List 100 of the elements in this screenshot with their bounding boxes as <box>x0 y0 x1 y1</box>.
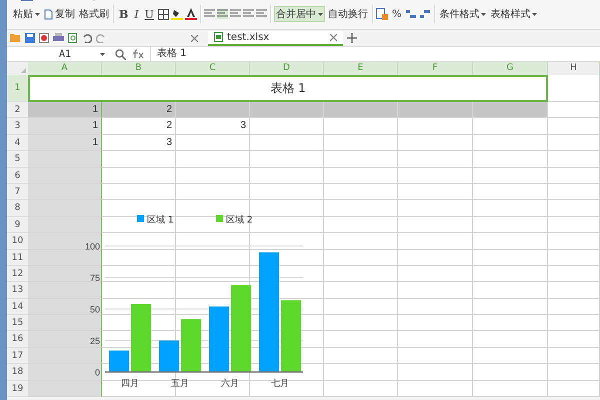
row-header[interactable]: 11 <box>7 250 28 266</box>
tab-label: test.xlsx <box>227 32 270 42</box>
table-cell: 1 <box>28 134 102 152</box>
y-axis-label: 0 <box>94 368 100 378</box>
row-header[interactable]: 16 <box>7 331 28 348</box>
table-cell <box>548 250 600 266</box>
preview-icon[interactable] <box>68 33 78 43</box>
table-cell <box>548 298 600 316</box>
table-cell <box>548 118 600 135</box>
ribbon-button[interactable]: 条件格式 <box>438 7 488 21</box>
table-cell <box>548 216 600 234</box>
row-header[interactable]: 5 <box>7 151 28 168</box>
row-header[interactable]: 10 <box>7 233 28 250</box>
table-cell: 1 <box>28 118 102 135</box>
ribbon-button[interactable]: 粘贴 <box>12 7 41 21</box>
table-cell: 2 <box>102 102 176 118</box>
table-cell <box>548 364 600 381</box>
formula-field[interactable]: 表格 1 <box>150 47 600 61</box>
row-header[interactable]: 14 <box>7 298 28 316</box>
align-icon[interactable] <box>256 9 267 19</box>
table-cell <box>548 315 600 332</box>
align-icon[interactable] <box>216 9 228 19</box>
bar <box>159 340 179 372</box>
y-axis-label: 100 <box>84 242 100 252</box>
table-cell <box>548 233 600 250</box>
column-header[interactable]: H <box>548 62 600 75</box>
font-style-button[interactable]: I <box>132 8 141 20</box>
x-axis-label: 七月 <box>271 378 289 388</box>
table-cell <box>548 200 600 217</box>
x-axis-label: 六月 <box>221 378 239 388</box>
table-cell <box>548 134 600 152</box>
x-axis-label: 五月 <box>171 378 189 388</box>
table-cell: 1 <box>28 102 102 118</box>
align-icon[interactable] <box>230 9 241 19</box>
file-tab[interactable]: test.xlsx <box>208 30 343 46</box>
fill-color-icon[interactable] <box>170 8 183 20</box>
close-icon[interactable] <box>191 34 198 42</box>
merged-cell[interactable]: 表格 1 <box>28 75 548 102</box>
y-axis-label: 50 <box>90 304 100 314</box>
table-cell <box>548 184 600 200</box>
align-icon[interactable] <box>204 9 215 19</box>
ribbon-button[interactable]: 合并居中 <box>274 6 325 22</box>
ribbon-button[interactable]: 复制 <box>43 7 76 21</box>
font-color-icon[interactable] <box>184 8 197 20</box>
legend-item: 区域 1 <box>137 215 174 226</box>
print-icon[interactable] <box>53 33 64 43</box>
row-header[interactable]: 19 <box>7 380 28 398</box>
y-axis-label: 25 <box>90 336 100 346</box>
table-cell <box>548 266 600 282</box>
row-header[interactable]: 6 <box>7 168 28 184</box>
add-icon[interactable] <box>347 33 357 43</box>
table-cell: 3 <box>176 118 250 135</box>
ribbon-button[interactable]: 格式刷 <box>78 7 110 21</box>
legend-label: 区域 2 <box>226 214 253 226</box>
document-icon <box>44 8 53 20</box>
cell-reference: A1 <box>59 48 72 60</box>
row-header[interactable]: 12 <box>7 266 28 282</box>
ribbon-button[interactable]: 表格样式 <box>489 7 538 21</box>
table-cell <box>548 282 600 299</box>
save-icon[interactable] <box>25 33 35 43</box>
table-title: 表格 1 <box>270 80 306 97</box>
row-header[interactable]: 18 <box>7 364 28 381</box>
table-cell <box>548 168 600 184</box>
legend-label: 区域 1 <box>147 214 174 226</box>
row-header[interactable]: 8 <box>7 200 28 217</box>
table-cell: 3 <box>102 134 176 152</box>
percent-button[interactable]: % <box>390 8 404 20</box>
x-axis-label: 四月 <box>121 378 139 388</box>
close-icon[interactable] <box>330 34 337 40</box>
table-cell <box>548 102 600 118</box>
caret-icon <box>100 52 105 56</box>
font-style-button[interactable]: B <box>117 8 130 20</box>
font-style-button[interactable]: U <box>142 8 156 20</box>
legend-item: 区域 2 <box>216 215 253 226</box>
row-header[interactable]: 15 <box>7 315 28 332</box>
table-cell <box>548 331 600 348</box>
align-icon[interactable] <box>242 9 254 19</box>
table-cell <box>548 380 600 398</box>
zoom-icon[interactable] <box>115 48 126 60</box>
ribbon-button[interactable]: 自动换行 <box>326 7 369 21</box>
bar <box>109 350 129 372</box>
name-box[interactable]: A1 <box>27 47 109 61</box>
y-axis-label: 75 <box>90 273 100 283</box>
decimal-icon[interactable] <box>419 8 432 20</box>
table-cell: 2 <box>102 118 176 135</box>
borders-icon[interactable] <box>158 8 169 20</box>
function-icon[interactable] <box>132 49 144 59</box>
number-format-icon[interactable] <box>376 8 388 20</box>
decimal-icon[interactable] <box>405 8 418 20</box>
row-header[interactable]: 17 <box>7 348 28 364</box>
row-header[interactable]: 2 <box>7 102 28 118</box>
pdf-icon[interactable] <box>39 33 49 43</box>
row-header[interactable]: 4 <box>7 134 28 152</box>
row-header[interactable]: 13 <box>7 282 28 299</box>
row-header[interactable]: 7 <box>7 184 28 200</box>
row-header[interactable]: 3 <box>7 118 28 135</box>
bar <box>209 306 229 372</box>
row-header[interactable]: 9 <box>7 216 28 234</box>
undo-icon[interactable] <box>82 33 92 43</box>
table-cell <box>548 348 600 364</box>
